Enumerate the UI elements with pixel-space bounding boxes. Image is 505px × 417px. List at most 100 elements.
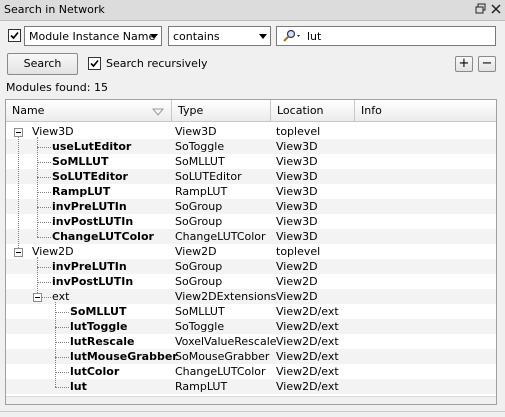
row-name: SoMLLUT <box>70 305 127 318</box>
row-name: lutColor <box>70 365 120 378</box>
search-recursively-label: Search recursively <box>106 57 208 70</box>
row-type: SoLUTEditor <box>175 170 242 183</box>
row-location: toplevel <box>276 245 321 258</box>
column-header-info[interactable]: Info <box>355 100 496 122</box>
table-row[interactable]: ext View2DExtensions View2D <box>6 289 496 304</box>
row-location: View2D <box>276 275 318 288</box>
close-icon[interactable] <box>490 3 502 15</box>
row-location: View3D <box>276 140 318 153</box>
row-name: View3D <box>32 125 74 138</box>
table-row[interactable]: SoLUTEditor SoLUTEditor View3D <box>6 169 496 184</box>
row-type: View3D <box>175 125 217 138</box>
row-location: View2D/ext <box>276 320 339 333</box>
field-select[interactable]: Module Instance Name <box>24 26 162 46</box>
tree-branch-line <box>18 132 19 252</box>
row-type: SoGroup <box>175 200 223 213</box>
operator-select[interactable]: contains <box>168 26 271 46</box>
collapse-toggle-icon[interactable] <box>33 293 42 302</box>
row-location: toplevel <box>276 125 321 138</box>
row-type: SoMLLUT <box>175 305 225 318</box>
table-row[interactable]: invPreLUTIn SoGroup View2D <box>6 259 496 274</box>
tree-branch-line <box>55 312 69 313</box>
row-type: ChangeLUTColor <box>175 230 266 243</box>
row-name: lutToggle <box>70 320 128 333</box>
filter-enabled-checkbox[interactable] <box>8 29 21 42</box>
row-location: View2D/ext <box>276 365 339 378</box>
row-name: ChangeLUTColor <box>52 230 154 243</box>
row-location: View2D/ext <box>276 335 339 348</box>
tree-branch-line <box>37 257 38 297</box>
table-row[interactable]: lutMouseGrabber SoMouseGrabber View2D/ext <box>6 349 496 364</box>
row-name: useLutEditor <box>52 140 132 153</box>
row-location: View2D <box>276 290 318 303</box>
row-type: RampLUT <box>175 380 228 393</box>
row-location: View2D/ext <box>276 380 339 393</box>
row-name: View2D <box>32 245 74 258</box>
column-header-name[interactable]: Name <box>6 100 172 122</box>
row-name: invPostLUTIn <box>52 215 134 228</box>
table-row[interactable]: useLutEditor SoToggle View3D <box>6 139 496 154</box>
search-recursively-checkbox[interactable] <box>88 57 101 70</box>
table-row[interactable]: lutToggle SoToggle View2D/ext <box>6 319 496 334</box>
results-table[interactable]: Name Type Location Info View3D View3D topl… <box>5 99 497 405</box>
tree-branch-line <box>37 267 51 268</box>
tree-branch-line <box>37 192 51 193</box>
row-location: View3D <box>276 155 318 168</box>
table-row[interactable]: View2D View2D toplevel <box>6 244 496 259</box>
search-icon[interactable] <box>282 29 302 46</box>
operator-select-value: contains <box>173 30 220 43</box>
field-select-value: Module Instance Name <box>29 30 156 43</box>
row-location: View2D/ext <box>276 350 339 363</box>
row-type: SoGroup <box>175 215 223 228</box>
table-row[interactable]: lut RampLUT View2D/ext <box>6 379 496 394</box>
row-location: View3D <box>276 170 318 183</box>
row-type: ChangeLUTColor <box>175 365 266 378</box>
table-row[interactable]: SoMLLUT SoMLLUT View3D <box>6 154 496 169</box>
remove-button[interactable]: − <box>478 56 496 72</box>
row-name: lutMouseGrabber <box>70 350 178 363</box>
row-name: RampLUT <box>52 185 111 198</box>
row-type: VoxelValueRescale <box>175 335 277 348</box>
collapse-toggle-icon[interactable] <box>14 248 23 257</box>
tree-branch-line <box>55 327 69 328</box>
row-type: SoToggle <box>175 140 225 153</box>
row-location: View2D <box>276 260 318 273</box>
tree-branch-line <box>37 237 51 238</box>
table-row[interactable]: invPostLUTIn SoGroup View3D <box>6 214 496 229</box>
chevron-down-icon <box>259 34 267 39</box>
tree-branch-line <box>37 282 51 283</box>
table-row[interactable]: invPreLUTIn SoGroup View3D <box>6 199 496 214</box>
tree-branch-line <box>55 342 69 343</box>
column-header-type[interactable]: Type <box>172 100 271 122</box>
table-row[interactable]: RampLUT RampLUT View3D <box>6 184 496 199</box>
search-input[interactable]: lut <box>276 26 496 46</box>
row-name: invPostLUTIn <box>52 275 134 288</box>
float-panel-icon[interactable] <box>475 3 487 15</box>
table-row[interactable]: invPostLUTIn SoGroup View2D <box>6 274 496 289</box>
table-row[interactable]: SoMLLUT SoMLLUT View2D/ext <box>6 304 496 319</box>
panel-title: Search in Network <box>4 3 105 16</box>
row-location: View3D <box>276 200 318 213</box>
add-button[interactable]: + <box>455 56 473 72</box>
row-type: SoMouseGrabber <box>175 350 270 363</box>
row-name: invPreLUTIn <box>52 200 127 213</box>
search-input-value: lut <box>307 30 322 43</box>
tree-branch-line <box>37 147 51 148</box>
table-row[interactable]: ChangeLUTColor ChangeLUTColor View3D <box>6 229 496 244</box>
row-type: SoMLLUT <box>175 155 225 168</box>
row-type: SoGroup <box>175 275 223 288</box>
status-strip <box>0 411 505 417</box>
row-name: lut <box>70 380 87 393</box>
table-row[interactable]: lutColor ChangeLUTColor View2D/ext <box>6 364 496 379</box>
horizontal-scrollbar[interactable] <box>6 396 496 404</box>
collapse-toggle-icon[interactable] <box>14 128 23 137</box>
row-type: SoToggle <box>175 320 225 333</box>
row-type: RampLUT <box>175 185 228 198</box>
search-button[interactable]: Search <box>7 53 78 75</box>
row-name: SoMLLUT <box>52 155 109 168</box>
chevron-down-icon <box>150 34 158 39</box>
tree-branch-line <box>55 387 69 388</box>
column-header-location[interactable]: Location <box>271 100 355 122</box>
table-row[interactable]: View3D View3D toplevel <box>6 124 496 139</box>
table-row[interactable]: lutRescale VoxelValueRescale View2D/ext <box>6 334 496 349</box>
